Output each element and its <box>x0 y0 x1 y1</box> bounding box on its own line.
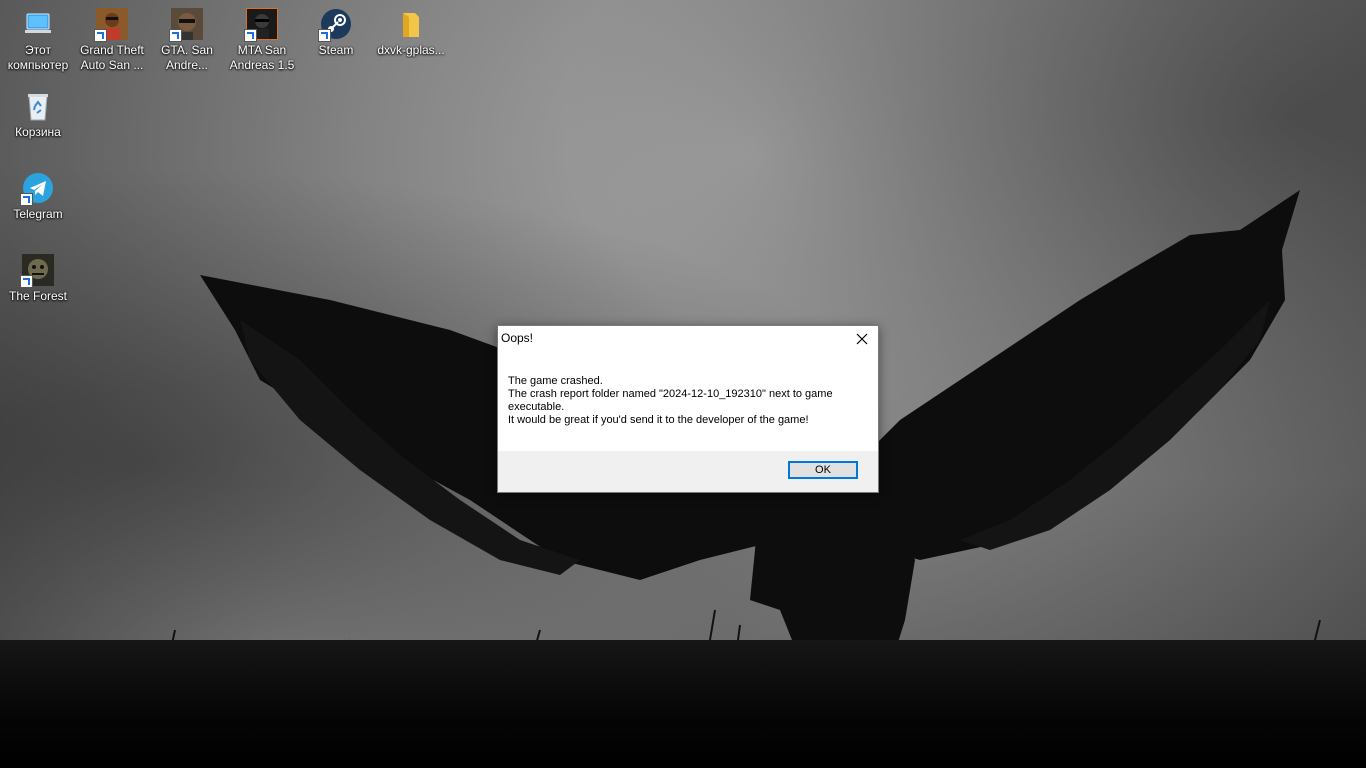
mta-icon <box>244 7 279 42</box>
steam-icon <box>318 8 352 42</box>
computer-icon <box>22 8 54 40</box>
dialog-close-button[interactable] <box>846 326 878 352</box>
dialog-message-line: The crash report folder named "2024-12-1… <box>508 388 833 400</box>
desktop-icon-gta-sa-alt[interactable]: GTA. San Andre... <box>149 0 225 73</box>
folder-icon <box>395 8 427 40</box>
gta-sa-alt-icon <box>169 8 203 42</box>
dialog-message-line: The game crashed. <box>508 375 603 387</box>
telegram-icon <box>20 172 54 206</box>
desktop-icon-dxvk-folder[interactable]: dxvk-gplas... <box>373 0 449 58</box>
desktop-icon-label: dxvk-gplas... <box>377 43 445 57</box>
shortcut-arrow-icon <box>244 29 257 42</box>
desktop-icon-mta[interactable]: MTA San Andreas 1.5 <box>224 0 300 73</box>
shortcut-arrow-icon <box>169 29 182 42</box>
gta-sa-icon <box>94 8 128 42</box>
dialog-message-line: It would be great if you'd send it to th… <box>508 414 809 426</box>
ok-button[interactable]: OK <box>788 461 858 479</box>
desktop-icon-label: MTA San Andreas 1.5 <box>229 43 295 72</box>
desktop-icon-gta-sa[interactable]: Grand Theft Auto San ... <box>74 0 150 73</box>
shortcut-arrow-icon <box>318 29 331 42</box>
dialog-title: Oops! <box>501 331 534 345</box>
shortcut-arrow-icon <box>20 275 33 288</box>
dialog-message: The game crashed. The crash report folde… <box>508 375 858 427</box>
desktop-icon-label: Grand Theft Auto San ... <box>80 43 144 72</box>
shortcut-arrow-icon <box>20 193 33 206</box>
desktop-icon-the-forest[interactable]: The Forest <box>0 246 76 304</box>
desktop-icon-label: Steam <box>318 43 354 57</box>
desktop-icon-label: Telegram <box>13 207 63 221</box>
dialog-message-line: executable. <box>508 401 565 413</box>
dialog-footer: OK <box>498 451 878 492</box>
desktop-icon-label: The Forest <box>8 289 68 303</box>
desktop: Этот компьютер Grand Theft Auto San ... … <box>0 0 1366 768</box>
desktop-icon-steam[interactable]: Steam <box>298 0 374 58</box>
shortcut-arrow-icon <box>94 29 107 42</box>
the-forest-icon <box>20 254 54 288</box>
desktop-icon-telegram[interactable]: Telegram <box>0 164 76 222</box>
crash-dialog: Oops! The game crashed. The crash report… <box>497 325 879 493</box>
close-icon <box>856 333 868 345</box>
desktop-icon-label: Корзина <box>15 125 61 139</box>
desktop-icon-label: Этот компьютер <box>7 43 69 72</box>
wallpaper-ground <box>0 640 1366 768</box>
desktop-icon-label: GTA. San Andre... <box>161 43 213 72</box>
recycle-bin-icon <box>22 90 54 122</box>
desktop-icon-this-pc[interactable]: Этот компьютер <box>0 0 76 73</box>
desktop-icon-recycle-bin[interactable]: Корзина <box>0 82 76 140</box>
